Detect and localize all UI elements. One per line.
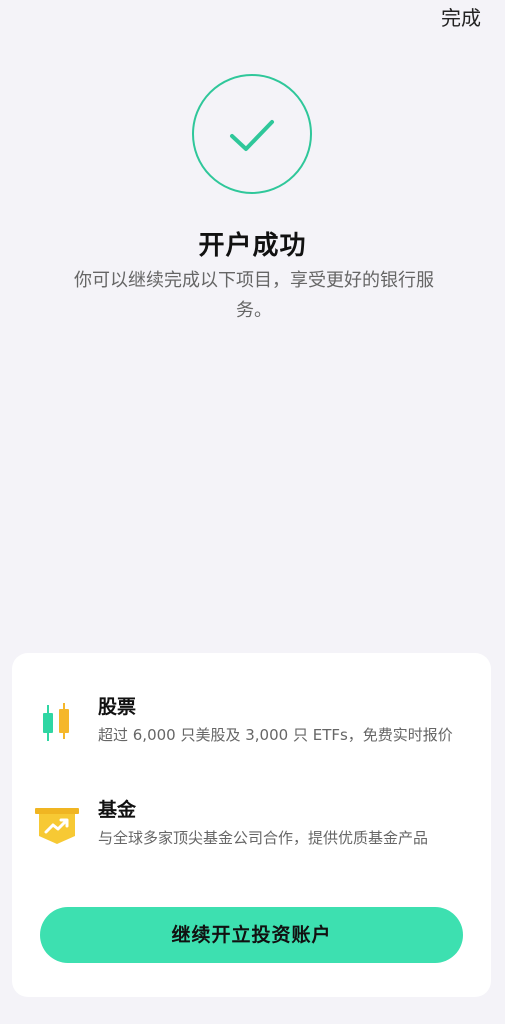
candlestick-chart-icon: [34, 699, 80, 745]
product-description: 超过 6,000 只美股及 3,000 只 ETFs，免费实时报价: [98, 726, 453, 744]
page-subtitle: 你可以继续完成以下项目，享受更好的银行服务。: [74, 270, 434, 321]
page-title: 开户成功: [198, 231, 307, 261]
account-success-screen: 完成 开户成功 你可以继续完成以下项目，享受更好的银行服务。 股票 超过 6,0…: [0, 0, 505, 1024]
success-check-circle: [192, 74, 312, 194]
product-title: 股票: [98, 696, 137, 718]
product-description: 与全球多家顶尖基金公司合作，提供优质基金产品: [98, 829, 429, 847]
done-button[interactable]: 完成: [441, 2, 481, 31]
fund-chart-icon: [34, 802, 80, 848]
product-title: 基金: [98, 799, 137, 821]
product-card: 股票 超过 6,000 只美股及 3,000 只 ETFs，免费实时报价 基金 …: [12, 653, 491, 997]
check-icon: [230, 120, 274, 151]
open-investment-account-button[interactable]: 继续开立投资账户: [40, 907, 463, 963]
